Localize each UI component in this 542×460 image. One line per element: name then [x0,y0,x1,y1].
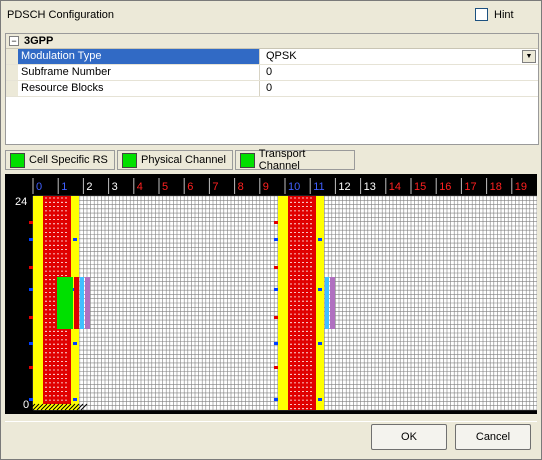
slot-label: 6 [187,181,193,193]
y-top-label: 24 [15,196,27,208]
legend-label: Cell Specific RS [29,154,108,166]
slot-label: 1 [61,181,67,193]
resource-grid-plot: 0 1 2 3 4 5 6 7 8 9 10 11 12 13 14 15 16 17 18 19 24 0 [5,174,538,414]
cell-rs-marker [318,342,322,345]
slot-label: 2 [86,181,92,193]
cell-rs-marker [29,288,33,291]
collapse-icon[interactable]: − [9,36,19,46]
property-name[interactable]: Subframe Number [18,65,260,80]
cell-rs-marker [73,238,77,241]
title-bar: PDSCH Configuration Hint [1,1,541,29]
cell-rs-marker [274,238,278,241]
slot-label: 15 [414,181,426,193]
property-row-subframe-number[interactable]: Subframe Number 0 [6,65,538,81]
legend-swatch [240,152,255,168]
resource-grid-canvas: 0 1 2 3 4 5 6 7 8 9 10 11 12 13 14 15 16 17 18 19 24 0 [15,178,538,411]
sync-block [80,277,84,329]
category-label: 3GPP [24,35,54,47]
modulation-type-value[interactable]: QPSK ▼ [264,49,538,64]
ok-button[interactable]: OK [371,424,447,450]
cell-rs-marker [29,398,33,401]
slot-label: 4 [137,181,143,193]
slot-label: 10 [288,181,300,193]
pdcch-marker [29,366,33,369]
cell-rs-marker [274,288,278,291]
sync-block [74,277,79,329]
property-name[interactable]: Resource Blocks [18,81,260,96]
property-row-modulation-type[interactable]: Modulation Type QPSK ▼ [6,49,538,65]
cell-rs-marker [318,288,322,291]
category-3gpp[interactable]: − 3GPP [6,34,538,49]
control-region [33,196,43,410]
cell-rs-marker [274,342,278,345]
property-value: QPSK [266,50,297,62]
pdcch-marker [274,266,278,269]
hint-label: Hint [494,8,514,21]
slot-label: 13 [364,181,376,193]
cell-rs-marker [318,398,322,401]
pdsch-configuration-dialog: PDSCH Configuration Hint − 3GPP Modulati… [0,0,542,460]
property-value[interactable]: 0 [264,81,538,96]
legend-label: Physical Channel [141,154,226,166]
legend-physical-channel: Physical Channel [117,150,233,170]
property-row-resource-blocks[interactable]: Resource Blocks 0 [6,81,538,97]
cell-rs-marker [318,238,322,241]
property-value[interactable]: 0 [264,65,538,80]
legend-transport-channel: Transport Channel [235,148,355,172]
cell-rs-marker [73,398,77,401]
slot-label: 5 [162,181,168,193]
sync-block [325,277,329,329]
legend-label: Transport Channel [258,148,306,172]
y-bottom-label: 0 [23,399,29,411]
legend-cell-specific-rs: Cell Specific RS [5,150,115,170]
slot-label: 3 [112,181,118,193]
slot-label: 12 [338,181,350,193]
slot-label: 16 [439,181,451,193]
slot-label: 18 [490,181,502,193]
slot-label: 0 [36,181,42,193]
sync-block [330,277,335,329]
slot-label: 14 [389,181,401,193]
hint-toggle[interactable]: Hint [475,8,514,21]
dropdown-arrow-icon[interactable]: ▼ [522,50,536,63]
row-gutter [6,81,18,96]
slot-label: 11 [313,181,324,193]
property-grid: − 3GPP Modulation Type QPSK ▼ Subframe N… [5,33,539,145]
slot-label: 7 [212,181,218,193]
row-gutter [6,65,18,80]
pdcch-marker [274,221,278,224]
control-region [278,196,288,410]
cell-rs-marker [274,398,278,401]
pdcch-marker [29,316,33,319]
divider [5,421,537,422]
control-region [316,196,324,410]
slot-label: 17 [464,181,476,193]
cancel-button[interactable]: Cancel [455,424,531,450]
slot-label: 9 [263,181,269,193]
pdcch-marker [29,221,33,224]
pdcch-marker [274,366,278,369]
legend-swatch [122,152,137,168]
sync-block [57,277,73,329]
pdcch-marker [29,266,33,269]
slot-label: 8 [238,181,244,193]
hint-checkbox[interactable] [475,8,488,21]
property-name[interactable]: Modulation Type [18,49,260,64]
pdcch-marker [274,316,278,319]
cell-rs-marker [29,238,33,241]
sync-block [85,277,90,329]
cell-rs-marker [73,342,77,345]
slot-label: 19 [515,181,527,193]
window-title: PDSCH Configuration [7,9,114,21]
legend-swatch [10,152,25,168]
cell-rs-marker [29,342,33,345]
row-gutter [6,49,18,64]
